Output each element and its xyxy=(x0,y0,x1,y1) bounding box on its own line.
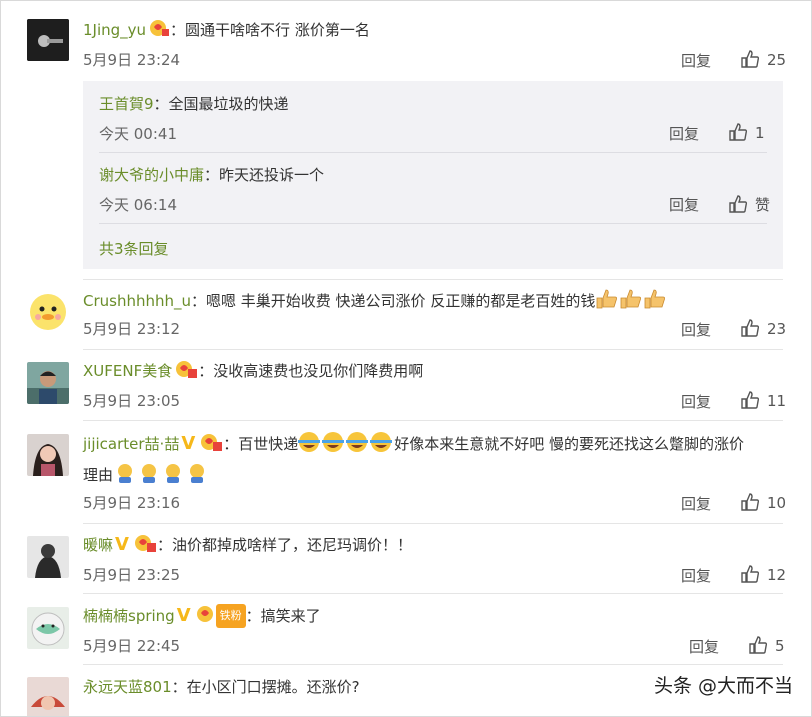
member-badge-icon xyxy=(133,533,157,559)
like-button[interactable]: 1 xyxy=(729,123,765,142)
like-button[interactable]: 25 xyxy=(741,50,786,69)
like-button[interactable]: 12 xyxy=(741,565,786,584)
thumbs-up-icon xyxy=(741,391,760,409)
sub-reply-item: 王首賀9：全国最垃圾的快递 xyxy=(99,93,289,114)
sad-face-emoji-icon xyxy=(113,462,209,490)
thumbs-up-emoji-icon xyxy=(595,288,667,316)
timestamp: 今天 06:14 xyxy=(99,196,177,214)
reply-button[interactable]: 回复 xyxy=(681,391,711,412)
watermark: 头条 @大而不当 xyxy=(653,675,793,697)
like-count: 12 xyxy=(767,566,787,584)
member-badge-icon xyxy=(148,18,170,44)
reply-button[interactable]: 回复 xyxy=(681,493,711,514)
like-button[interactable]: 11 xyxy=(741,391,786,410)
like-count: 11 xyxy=(767,392,787,410)
like-button[interactable]: 10 xyxy=(741,493,786,512)
thumbs-up-icon xyxy=(741,493,760,511)
avatar[interactable] xyxy=(27,536,69,578)
username[interactable]: 王首賀9 xyxy=(99,95,154,113)
timestamp: 5月9日 23:24 xyxy=(83,51,181,69)
thumbs-up-icon xyxy=(741,565,760,583)
comment-text: ：全国最垃圾的快递 xyxy=(153,95,289,113)
laughing-tears-emoji-icon xyxy=(298,431,394,459)
sub-reply-item: 谢大爷的小中庸：昨天还投诉一个 xyxy=(99,164,324,185)
thumbs-up-icon xyxy=(729,195,748,213)
thumbs-up-icon xyxy=(741,50,760,68)
like-count: 10 xyxy=(767,494,787,512)
more-replies-link[interactable]: 共3条回复 xyxy=(99,238,169,259)
thumbs-up-icon xyxy=(729,123,748,141)
like-button[interactable]: 23 xyxy=(741,319,786,338)
divider xyxy=(83,420,783,421)
avatar[interactable] xyxy=(27,362,69,404)
divider xyxy=(83,523,783,524)
divider xyxy=(83,664,783,665)
member-badge-icon xyxy=(199,432,223,458)
divider xyxy=(83,279,783,280)
like-button[interactable]: 5 xyxy=(749,636,785,655)
username[interactable]: 永远天蓝801 xyxy=(83,678,172,696)
comment-feed: 1Jing_yu ：圆通干啥啥不行 涨价第一名 5月9日 23:24 回复 25 … xyxy=(0,0,812,717)
reply-button[interactable]: 回复 xyxy=(681,319,711,340)
timestamp: 5月9日 22:45 xyxy=(83,637,181,655)
reply-button[interactable]: 回复 xyxy=(669,123,699,144)
verified-v-icon: V xyxy=(176,605,191,626)
username[interactable]: 谢大爷的小中庸 xyxy=(99,166,204,184)
verified-v-icon: V xyxy=(115,534,129,555)
avatar[interactable] xyxy=(27,607,69,649)
username[interactable]: 暖嘛 xyxy=(83,536,113,554)
avatar[interactable] xyxy=(27,677,69,716)
avatar[interactable] xyxy=(27,19,69,61)
timestamp: 5月9日 23:25 xyxy=(83,566,181,584)
comment-text: ：搞笑来了 xyxy=(245,607,321,625)
username[interactable]: 1Jing_yu xyxy=(83,21,146,39)
member-badge-icon xyxy=(195,604,215,630)
comment-text: ：百世快递 xyxy=(223,435,299,453)
divider xyxy=(83,593,783,594)
verified-v-icon: V xyxy=(181,433,196,454)
comment-text: ：油价都掉成啥样了，还尼玛调价！！ xyxy=(156,536,412,554)
reply-button[interactable]: 回复 xyxy=(681,50,711,71)
username[interactable]: Crushhhhhh_u xyxy=(83,292,191,310)
comment-text: 好像本来生意就不好吧 慢的要死还找这么蹩脚的涨价 xyxy=(394,435,745,453)
reply-button[interactable]: 回复 xyxy=(669,194,699,215)
timestamp: 5月9日 23:05 xyxy=(83,392,181,410)
reply-button[interactable]: 回复 xyxy=(681,565,711,586)
username[interactable]: XUFENF美食 xyxy=(83,362,172,380)
like-count: 1 xyxy=(755,124,765,142)
thumbs-up-icon xyxy=(749,636,768,654)
fan-badge: 铁粉 xyxy=(215,604,246,628)
divider xyxy=(99,223,767,224)
comment-text: ：昨天还投诉一个 xyxy=(204,166,325,184)
like-count: 赞 xyxy=(755,196,771,214)
avatar[interactable] xyxy=(27,290,69,332)
username[interactable]: 楠楠楠spring xyxy=(83,607,175,625)
comment-text: ：在小区门口摆摊。还涨价? xyxy=(171,678,360,696)
sub-replies: 王首賀9：全国最垃圾的快递 今天 00:41 回复 1 谢大爷的小中庸：昨天还投… xyxy=(83,81,783,269)
avatar[interactable] xyxy=(27,434,69,476)
like-count: 25 xyxy=(767,51,787,69)
comment-text: ：没收高速费也没见你们降费用啊 xyxy=(198,362,424,380)
comment-text: ：圆通干啥啥不行 涨价第一名 xyxy=(170,21,370,39)
thumbs-up-icon xyxy=(741,319,760,337)
like-count: 5 xyxy=(775,637,785,655)
like-button[interactable]: 赞 xyxy=(729,194,770,215)
timestamp: 5月9日 23:12 xyxy=(83,320,181,338)
username[interactable]: jijicarter喆·喆 xyxy=(83,435,179,453)
member-badge-icon xyxy=(174,359,198,385)
reply-button[interactable]: 回复 xyxy=(689,636,719,657)
timestamp: 今天 00:41 xyxy=(99,125,177,143)
divider xyxy=(99,152,767,153)
comment-text: 理由 xyxy=(83,466,114,484)
like-count: 23 xyxy=(767,320,787,338)
comment-text: ：嗯嗯 丰巢开始收费 快递公司涨价 反正赚的都是老百姓的钱 xyxy=(191,292,596,310)
divider xyxy=(83,349,783,350)
timestamp: 5月9日 23:16 xyxy=(83,494,181,512)
